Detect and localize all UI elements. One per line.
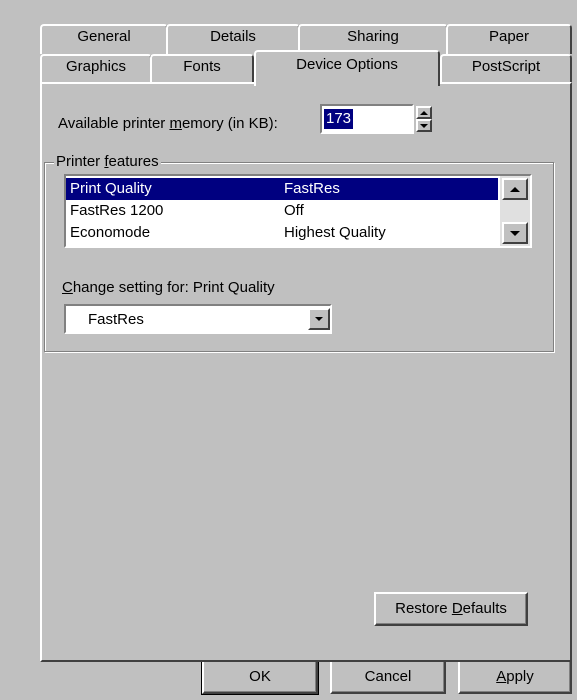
- memory-label-accel: m: [169, 115, 182, 132]
- change-setting-accel: C: [62, 279, 73, 296]
- tab-fonts-label: Fonts: [183, 58, 221, 75]
- printer-features-title: Printer features: [54, 152, 161, 172]
- apply-accel: A: [496, 668, 507, 685]
- scroll-up-icon: [510, 186, 520, 192]
- scroll-down-button[interactable]: [502, 222, 528, 244]
- features-scrollbar[interactable]: [500, 176, 530, 246]
- setting-dropdown[interactable]: FastRes: [64, 304, 332, 334]
- change-setting-text: hange setting for: Print Quality: [72, 279, 275, 296]
- tab-graphics[interactable]: Graphics: [40, 54, 152, 84]
- setting-dropdown-value: FastRes: [88, 311, 144, 328]
- printer-features-title-text: Printer: [56, 153, 105, 170]
- tab-graphics-label: Graphics: [65, 58, 127, 75]
- features-list[interactable]: Print Quality FastRes FastRes 1200 Off E…: [64, 174, 532, 248]
- memory-value: 173: [324, 109, 354, 129]
- restore-defaults-button[interactable]: Restore Defaults: [374, 592, 528, 626]
- spin-up-icon: [420, 110, 428, 115]
- cancel-button[interactable]: Cancel: [330, 660, 446, 694]
- scroll-up-button[interactable]: [502, 178, 528, 200]
- printer-features-title-text-2: eatures: [108, 153, 159, 170]
- ok-label: OK: [249, 668, 271, 685]
- tab-postscript-label: PostScript: [471, 58, 541, 75]
- tab-general[interactable]: General: [40, 24, 168, 54]
- tab-device-options-label: Device Options: [296, 56, 398, 73]
- apply-button[interactable]: Apply: [458, 660, 572, 694]
- chevron-down-icon: [315, 317, 323, 321]
- list-item-name: Print Quality: [70, 180, 152, 197]
- memory-spinner[interactable]: [416, 106, 432, 132]
- tab-page-device-options: Available printer memory (in KB): 173 Pr…: [40, 82, 572, 662]
- tab-sharing-label: Sharing: [347, 28, 399, 45]
- restore-defaults-text: Restore: [395, 600, 452, 617]
- tab-fonts[interactable]: Fonts: [150, 54, 254, 84]
- apply-label: pply: [506, 668, 534, 685]
- tab-postscript[interactable]: PostScript: [440, 54, 572, 84]
- list-item-name: Economode: [70, 224, 151, 241]
- restore-defaults-accel: D: [451, 600, 463, 617]
- tab-paper[interactable]: Paper: [446, 24, 572, 54]
- tab-general-label: General: [77, 28, 131, 45]
- tab-device-options[interactable]: Device Options: [254, 50, 440, 86]
- cancel-label: Cancel: [364, 668, 412, 685]
- memory-label-text-2: emory (in KB):: [181, 115, 278, 132]
- scroll-down-icon: [510, 230, 520, 236]
- spin-down-icon: [420, 123, 428, 128]
- spin-down-button[interactable]: [416, 119, 432, 132]
- list-item-value: FastRes: [284, 180, 340, 197]
- memory-label: Available printer memory (in KB):: [58, 114, 278, 134]
- list-item-value: Highest Quality: [284, 224, 386, 241]
- ok-button[interactable]: OK: [201, 659, 319, 695]
- memory-input[interactable]: 173: [320, 104, 414, 134]
- memory-label-text: Available printer: [58, 115, 170, 132]
- list-item[interactable]: Print Quality FastRes: [66, 178, 498, 200]
- list-item[interactable]: Economode Highest Quality: [66, 222, 498, 244]
- tab-paper-label: Paper: [488, 28, 530, 45]
- list-item-value: Off: [284, 202, 304, 219]
- restore-defaults-text-2: efaults: [462, 600, 507, 617]
- change-setting-label: Change setting for: Print Quality: [62, 278, 275, 298]
- list-item-name: FastRes 1200: [70, 202, 164, 219]
- tab-details-label: Details: [210, 28, 256, 45]
- spin-up-button[interactable]: [416, 106, 432, 119]
- setting-dropdown-arrow-button[interactable]: [308, 308, 330, 330]
- list-item[interactable]: FastRes 1200 Off: [66, 200, 498, 222]
